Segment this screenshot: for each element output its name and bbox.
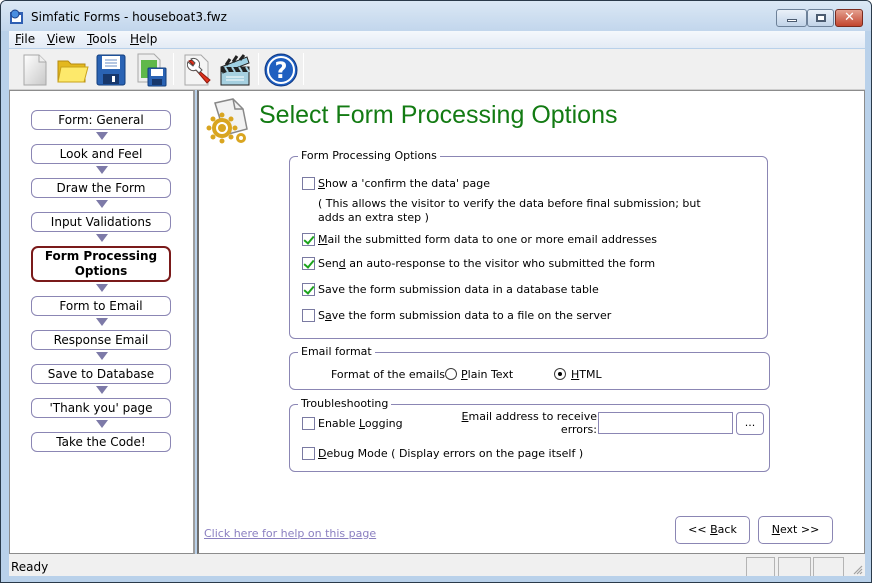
status-text: Ready (11, 560, 49, 574)
group-label: Email format (298, 345, 375, 358)
arrow-down-icon (96, 200, 108, 208)
minimize-icon (787, 19, 797, 22)
arrow-down-icon (96, 284, 108, 292)
title-bar: Simfatic Forms - houseboat3.fwz ✕ (1, 1, 871, 31)
step-save-to-database[interactable]: Save to Database (31, 364, 171, 384)
close-button[interactable]: ✕ (835, 9, 863, 27)
email-format-label: Format of the emails: (331, 368, 449, 381)
app-icon (10, 9, 23, 24)
status-bar: Ready (9, 554, 865, 576)
arrow-down-icon (96, 420, 108, 428)
plain-text-radio[interactable] (445, 368, 457, 380)
email-format-group: Email format Format of the emails: Plain… (289, 345, 770, 390)
save-database-checkbox[interactable] (302, 283, 315, 296)
wizard-steps-panel: Form: General Look and Feel Draw the For… (9, 90, 195, 554)
menu-file[interactable]: File (15, 32, 35, 46)
group-label: Troubleshooting (298, 397, 392, 410)
confirm-page-checkbox[interactable] (302, 177, 315, 190)
step-form-general[interactable]: Form: General (31, 110, 171, 130)
maximize-button[interactable] (807, 9, 834, 27)
group-label: Form Processing Options (298, 149, 440, 162)
clapperboard-icon[interactable] (217, 52, 253, 88)
step-look-and-feel[interactable]: Look and Feel (31, 144, 171, 164)
enable-logging-checkbox[interactable] (302, 417, 315, 430)
error-email-input[interactable] (598, 412, 733, 434)
arrow-down-icon (96, 166, 108, 174)
step-take-the-code[interactable]: Take the Code! (31, 432, 171, 452)
processing-options-group: Form Processing Options Show a 'confirm … (289, 149, 768, 339)
mail-checkbox[interactable] (302, 233, 315, 246)
minimize-button[interactable] (776, 9, 807, 27)
wrench-icon[interactable] (179, 52, 215, 88)
arrow-down-icon (96, 352, 108, 360)
toolbar: ? (9, 49, 865, 90)
main-panel: Select Form Processing Options Form Proc… (197, 90, 865, 554)
app-window: Simfatic Forms - houseboat3.fwz ✕ File V… (0, 0, 872, 583)
plain-text-label[interactable]: Plain Text (461, 368, 513, 381)
status-pane (813, 557, 844, 576)
error-email-label: Email address to receive errors: (461, 410, 597, 436)
step-form-to-email[interactable]: Form to Email (31, 296, 171, 316)
new-document-icon[interactable] (17, 52, 53, 88)
toolbar-separator (258, 53, 259, 85)
form-processing-gear-icon (206, 98, 248, 144)
step-draw-the-form[interactable]: Draw the Form (31, 178, 171, 198)
close-icon: ✕ (844, 10, 855, 25)
step-input-validations[interactable]: Input Validations (31, 212, 171, 232)
step-thank-you-page[interactable]: 'Thank you' page (31, 398, 171, 418)
page-title: Select Form Processing Options (259, 101, 618, 129)
status-pane (778, 557, 811, 576)
svg-text:?: ? (275, 59, 288, 84)
troubleshooting-group: Troubleshooting Enable Logging Email add… (289, 397, 770, 472)
arrow-down-icon (96, 234, 108, 242)
back-button[interactable]: << Back (675, 516, 750, 544)
step-response-email[interactable]: Response Email (31, 330, 171, 350)
toolbar-separator (303, 53, 304, 85)
save-file-checkbox[interactable] (302, 309, 315, 322)
confirm-page-note: ( This allows the visitor to verify the … (318, 197, 701, 224)
save-as-icon[interactable] (133, 52, 169, 88)
menu-bar: File View Tools Help (9, 31, 865, 48)
help-link[interactable]: Click here for help on this page (204, 527, 376, 540)
step-form-processing-options[interactable]: Form Processing Options (31, 246, 171, 282)
auto-response-checkbox[interactable] (302, 257, 315, 270)
arrow-down-icon (96, 318, 108, 326)
arrow-down-icon (96, 386, 108, 394)
resize-grip-icon[interactable] (851, 563, 863, 575)
menu-tools[interactable]: Tools (87, 32, 117, 46)
window-title: Simfatic Forms - houseboat3.fwz (31, 10, 227, 24)
debug-mode-checkbox[interactable] (302, 447, 315, 460)
menu-help[interactable]: Help (130, 32, 157, 46)
floppy-disk-icon[interactable] (93, 52, 129, 88)
html-label[interactable]: HTML (571, 368, 602, 381)
toolbar-separator (173, 53, 174, 85)
help-icon[interactable]: ? (263, 52, 299, 88)
next-button[interactable]: Next >> (758, 516, 833, 544)
maximize-icon (816, 14, 826, 22)
folder-icon[interactable] (55, 52, 91, 88)
arrow-down-icon (96, 132, 108, 140)
status-pane (746, 557, 775, 576)
menu-view[interactable]: View (47, 32, 75, 46)
browse-button[interactable]: ... (736, 412, 764, 435)
html-radio[interactable] (554, 368, 566, 380)
